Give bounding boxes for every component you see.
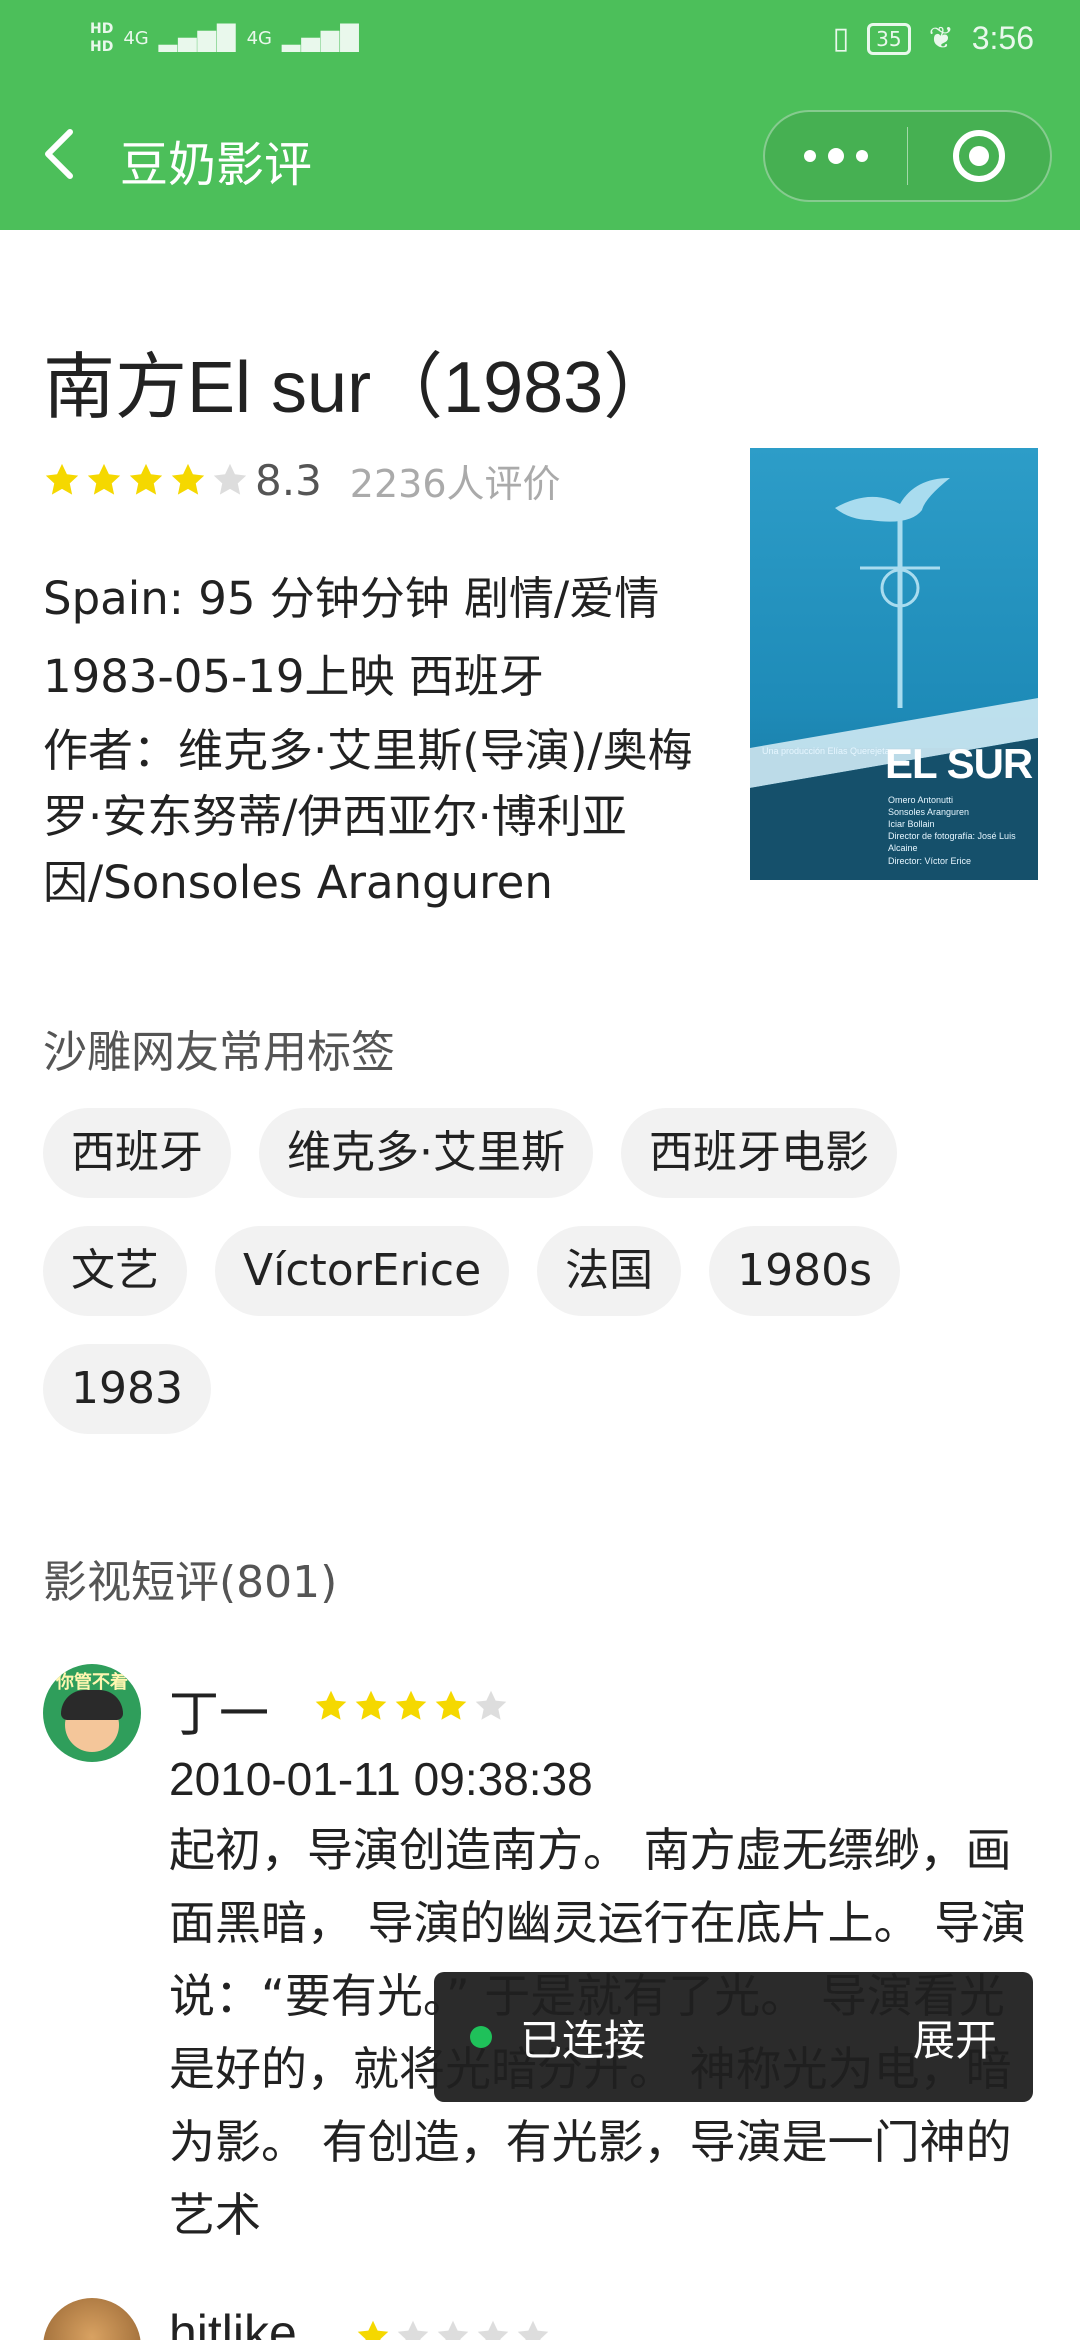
star-filled-icon [129, 463, 163, 495]
connection-toast: 已连接 展开 [434, 1972, 1033, 2102]
tag-chip[interactable]: 西班牙 [43, 1108, 231, 1198]
movie-credits: 作者：维克多·艾里斯(导演)/奥梅罗·安东努蒂/伊西亚尔·博利亚因/Sonsol… [43, 724, 693, 909]
rating-stars [43, 461, 253, 499]
star-empty-icon [477, 2320, 509, 2340]
poster-title: EL SUR [885, 740, 1033, 787]
movie-poster[interactable]: Una producción Elías Querejeta EL SUR Om… [750, 448, 1038, 880]
tag-list: 西班牙 维克多·艾里斯 西班牙电影 文艺 VíctorErice 法国 1980… [43, 1108, 1043, 1434]
star-filled-icon [315, 1690, 347, 1720]
signal-4g-label: 4G [123, 27, 149, 49]
star-empty-icon [397, 2320, 429, 2340]
chevron-left-icon [45, 129, 73, 179]
star-filled-icon [395, 1690, 427, 1720]
review-stars [355, 2318, 555, 2340]
hd-icon: HD [90, 39, 114, 55]
battery-indicator: 35 [867, 22, 911, 55]
signal-bars-icon: ▂▄▆█ [281, 24, 360, 52]
tag-chip[interactable]: 文艺 [43, 1226, 187, 1316]
poster-top-caption: Una producción Elías Querejeta [762, 746, 890, 756]
movie-title: 南方El sur（1983） [43, 348, 676, 428]
star-empty-icon [213, 463, 247, 495]
hd-indicators: HD HD [90, 21, 113, 55]
star-empty-icon [475, 1690, 507, 1720]
tag-chip[interactable]: 维克多·艾里斯 [259, 1108, 593, 1198]
star-filled-icon [87, 463, 121, 495]
star-empty-icon [517, 2320, 549, 2340]
vibrate-icon: ▯ [832, 21, 850, 56]
reviews-heading: 影视短评(801) [43, 1557, 338, 1608]
tags-heading: 沙雕网友常用标签 [43, 1027, 395, 1078]
more-button[interactable] [765, 112, 907, 200]
hd-icon: HD [90, 21, 114, 37]
avatar[interactable] [43, 2298, 141, 2340]
clock: 3:56 [971, 20, 1034, 56]
movie-release: 1983-05-19上映 西班牙 [43, 650, 544, 703]
star-filled-icon [45, 463, 79, 495]
star-filled-icon [171, 463, 205, 495]
review-time: 2010-01-11 09:38:38 [169, 1753, 593, 1805]
rating-votes: 2236人评价 [349, 461, 561, 506]
mini-program-capsule [763, 110, 1052, 202]
tag-chip[interactable]: 1980s [709, 1226, 901, 1316]
back-button[interactable] [40, 122, 80, 186]
poster-director: Director: Víctor Erice [888, 856, 972, 866]
tag-chip[interactable]: VíctorErice [215, 1226, 510, 1316]
star-filled-icon [435, 1690, 467, 1720]
tag-chip[interactable]: 法国 [537, 1226, 682, 1316]
status-bar-left: HD HD 4G ▂▄▆█ 4G ▂▄▆█ [90, 18, 360, 58]
avatar[interactable]: 你管不着 [43, 1664, 141, 1762]
star-filled-icon [355, 1690, 387, 1720]
reviewer-name[interactable]: hitlike [169, 2304, 297, 2340]
connected-dot-icon [470, 2026, 492, 2048]
signal-bars-icon: ▂▄▆█ [158, 24, 237, 52]
movie-duration-genre: Spain: 95 分钟分钟 剧情/爱情 [43, 572, 660, 625]
reviewer-name[interactable]: 丁一 [169, 1674, 269, 1746]
header-bar: HD HD 4G ▂▄▆█ 4G ▂▄▆█ ▯ 35 ❦ 3:56 豆奶影评 [0, 0, 1080, 230]
star-filled-icon [357, 2320, 389, 2340]
poster-credits: Omero Antonutti Sonsoles Aranguren Iciar… [888, 795, 1016, 853]
more-dots-icon [803, 150, 816, 162]
expand-button[interactable]: 展开 [913, 2007, 997, 2068]
avatar-hair [61, 1690, 123, 1720]
status-bar-right: ▯ 35 ❦ 3:56 [833, 20, 1034, 57]
rating-score: 8.3 [255, 455, 322, 505]
star-empty-icon [437, 2320, 469, 2340]
connection-status: 已连接 [520, 2015, 647, 2065]
page-title: 豆奶影评 [120, 137, 313, 193]
signal-4g-label: 4G [246, 27, 272, 49]
tag-chip[interactable]: 西班牙电影 [621, 1108, 897, 1198]
close-button[interactable] [908, 112, 1050, 200]
target-circle-icon [953, 130, 1006, 182]
movie-rating: 8.3 2236人评价 [43, 452, 561, 508]
review-stars [313, 1688, 513, 1724]
tag-chip[interactable]: 1983 [43, 1344, 211, 1434]
leaf-icon: ❦ [928, 21, 954, 56]
